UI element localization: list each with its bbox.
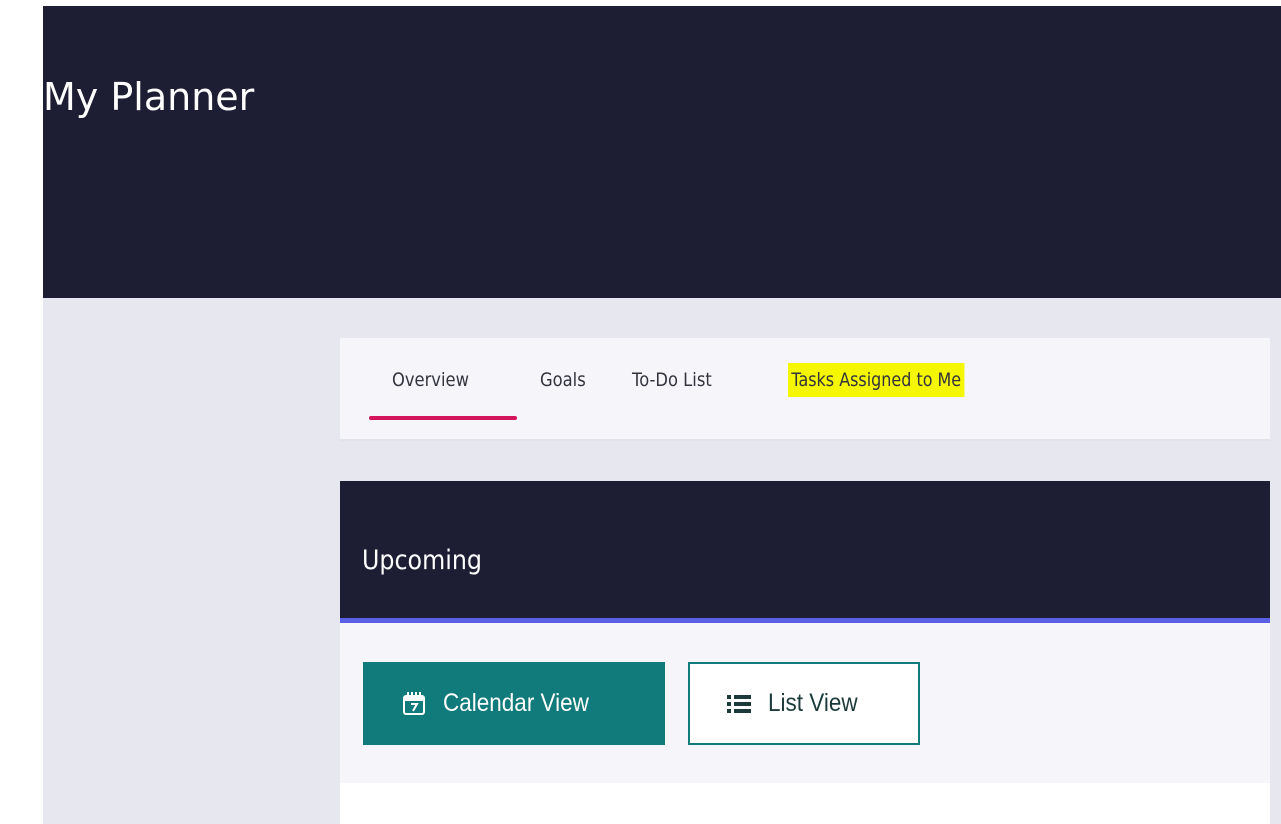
calendar-view-button[interactable]: Calendar View	[363, 662, 665, 745]
planner-page: My Planner Overview Goals To-Do List Tas…	[0, 0, 1281, 824]
tab-bar: Overview Goals To-Do List Tasks Assigned…	[340, 338, 1270, 441]
list-view-label: List View	[768, 689, 858, 717]
panel-content-area	[340, 783, 1270, 824]
tab-goals[interactable]: Goals	[540, 365, 586, 395]
calendar-icon	[403, 691, 425, 715]
upcoming-panel-header: Upcoming	[340, 481, 1270, 618]
app-title: My Planner	[43, 75, 255, 119]
list-icon	[727, 694, 751, 713]
app-header: My Planner	[43, 6, 1281, 298]
panel-title: Upcoming	[362, 545, 482, 576]
active-tab-indicator	[369, 416, 517, 420]
tab-tasks-assigned-to-me[interactable]: Tasks Assigned to Me	[788, 363, 965, 397]
calendar-view-label: Calendar View	[443, 689, 589, 717]
tab-to-do-list[interactable]: To-Do List	[632, 365, 712, 395]
tab-overview[interactable]: Overview	[392, 365, 469, 395]
list-view-button[interactable]: List View	[688, 662, 920, 745]
